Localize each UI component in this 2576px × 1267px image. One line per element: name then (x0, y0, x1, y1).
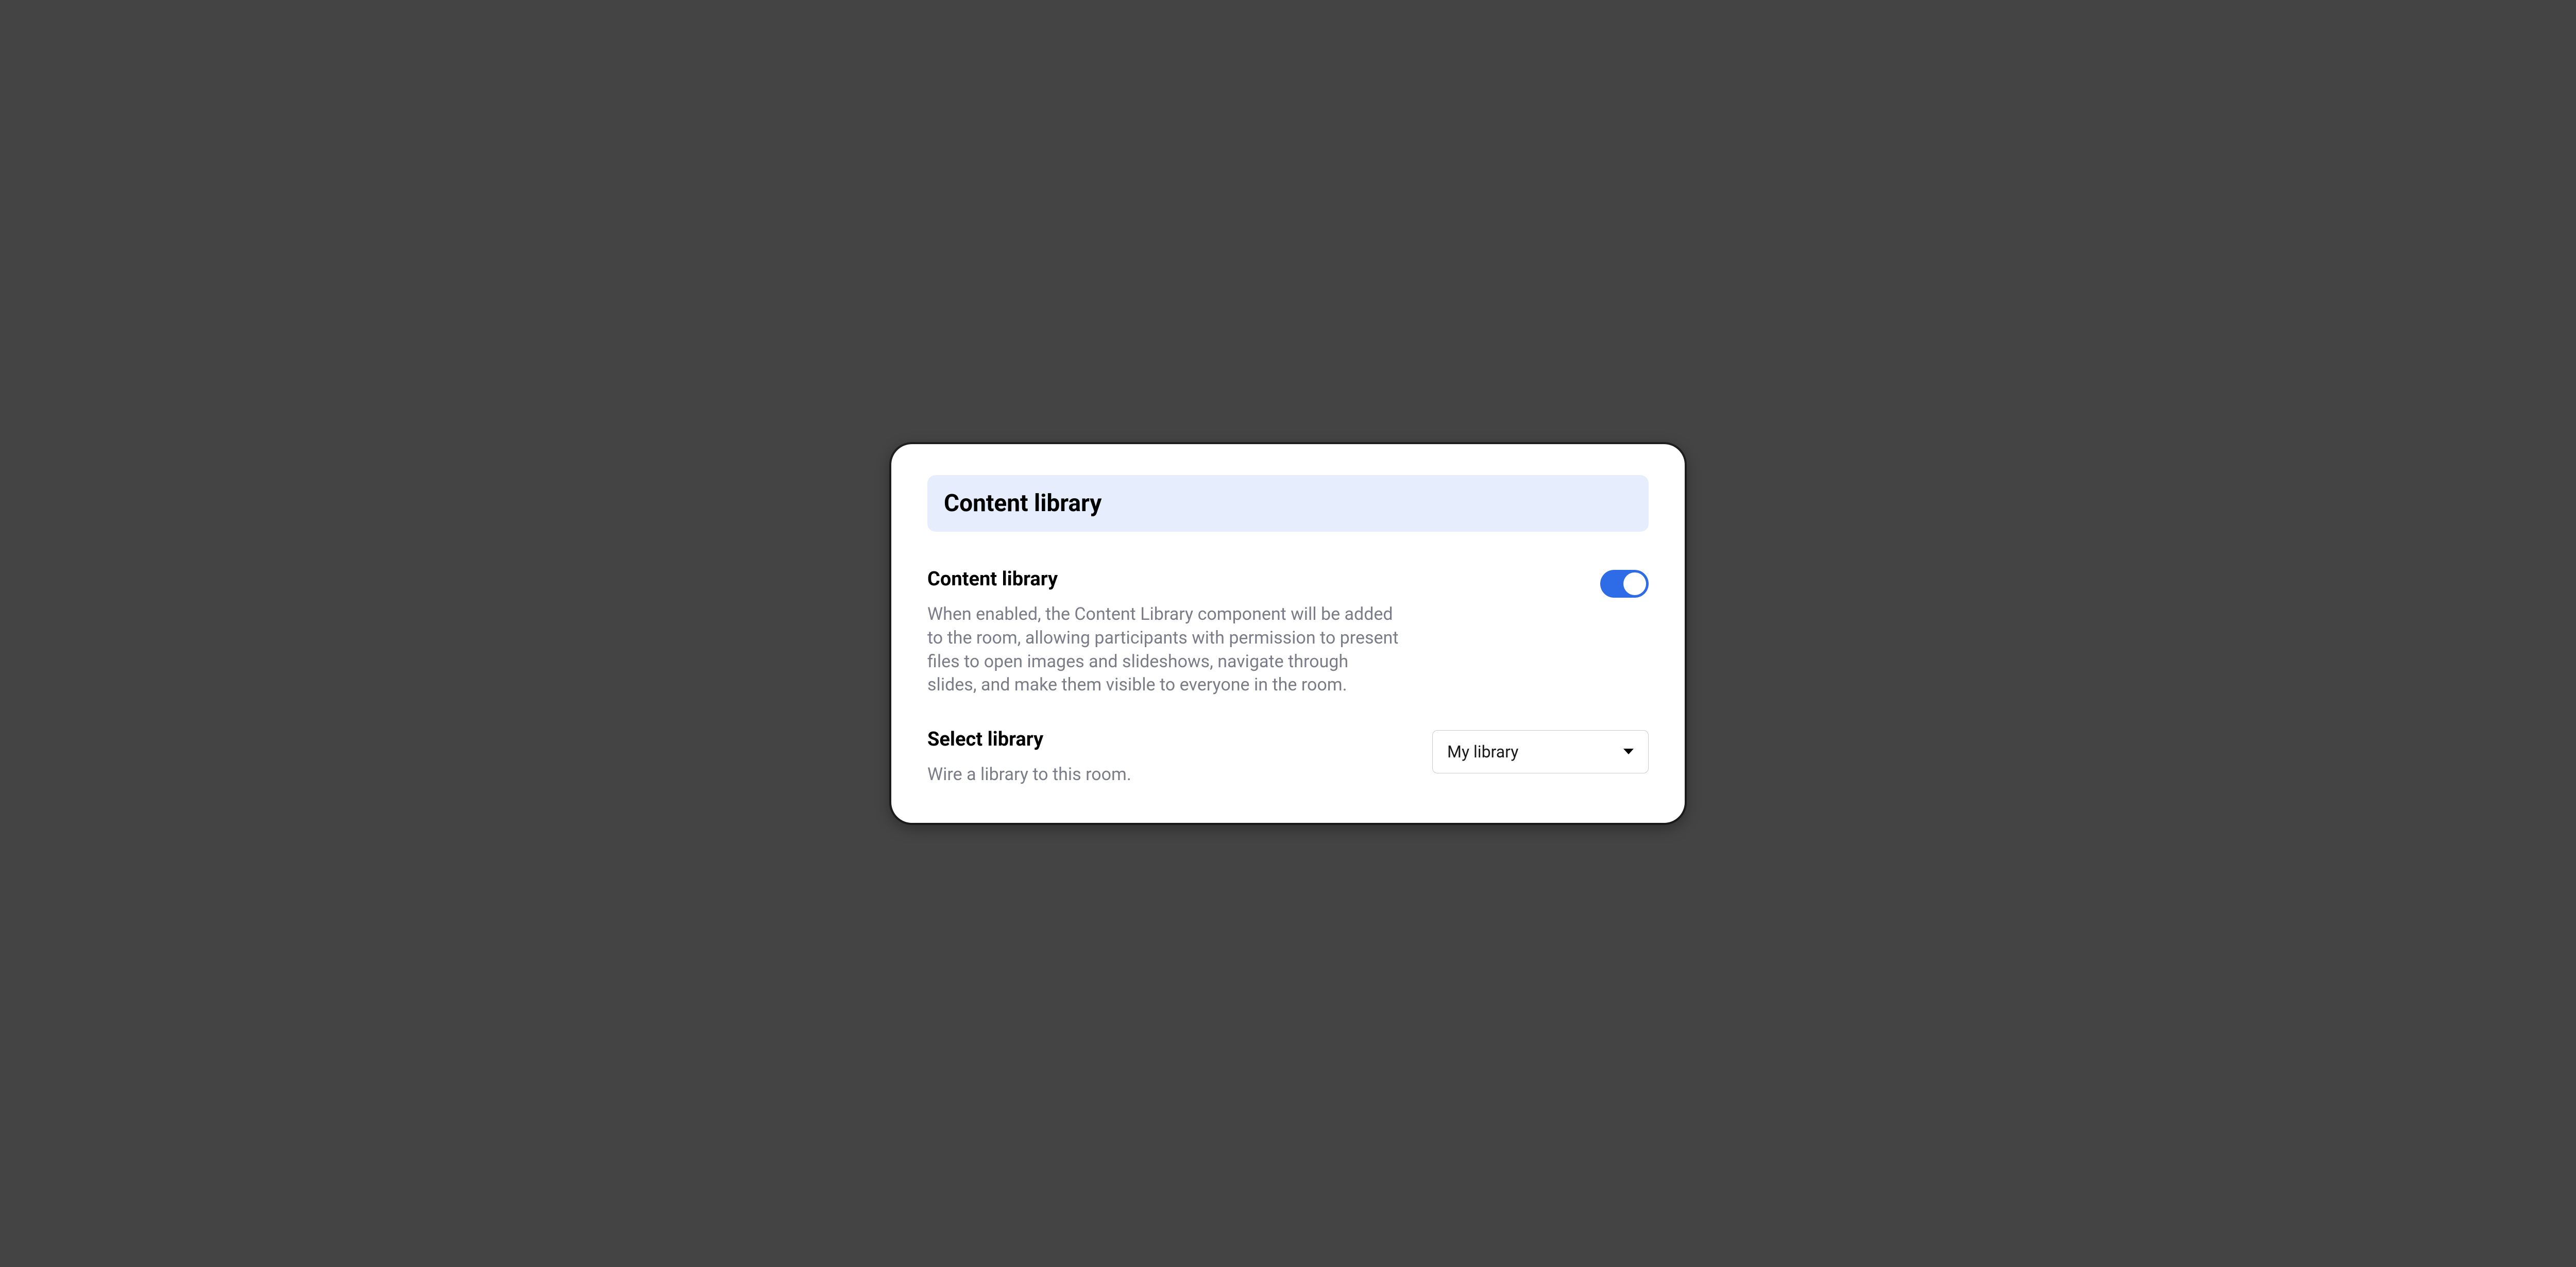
setting-title: Content library (927, 568, 1401, 590)
library-select[interactable]: My library (1432, 730, 1649, 773)
content-library-toggle[interactable] (1600, 570, 1649, 598)
header-banner: Content library (927, 475, 1649, 532)
setting-select-library: Select library Wire a library to this ro… (927, 728, 1649, 787)
setting-control: My library (1432, 728, 1649, 773)
setting-text-block: Select library Wire a library to this ro… (927, 728, 1401, 787)
page-title: Content library (944, 489, 1632, 517)
setting-content-library: Content library When enabled, the Conten… (927, 568, 1649, 698)
library-select-value: My library (1447, 742, 1612, 762)
settings-card: Content library Content library When ena… (891, 444, 1685, 823)
setting-description: Wire a library to this room. (927, 763, 1401, 787)
toggle-knob (1623, 572, 1646, 595)
setting-control (1600, 568, 1649, 600)
setting-description: When enabled, the Content Library compon… (927, 603, 1401, 698)
library-select-wrapper: My library (1432, 730, 1649, 773)
setting-text-block: Content library When enabled, the Conten… (927, 568, 1401, 698)
setting-title: Select library (927, 728, 1401, 751)
